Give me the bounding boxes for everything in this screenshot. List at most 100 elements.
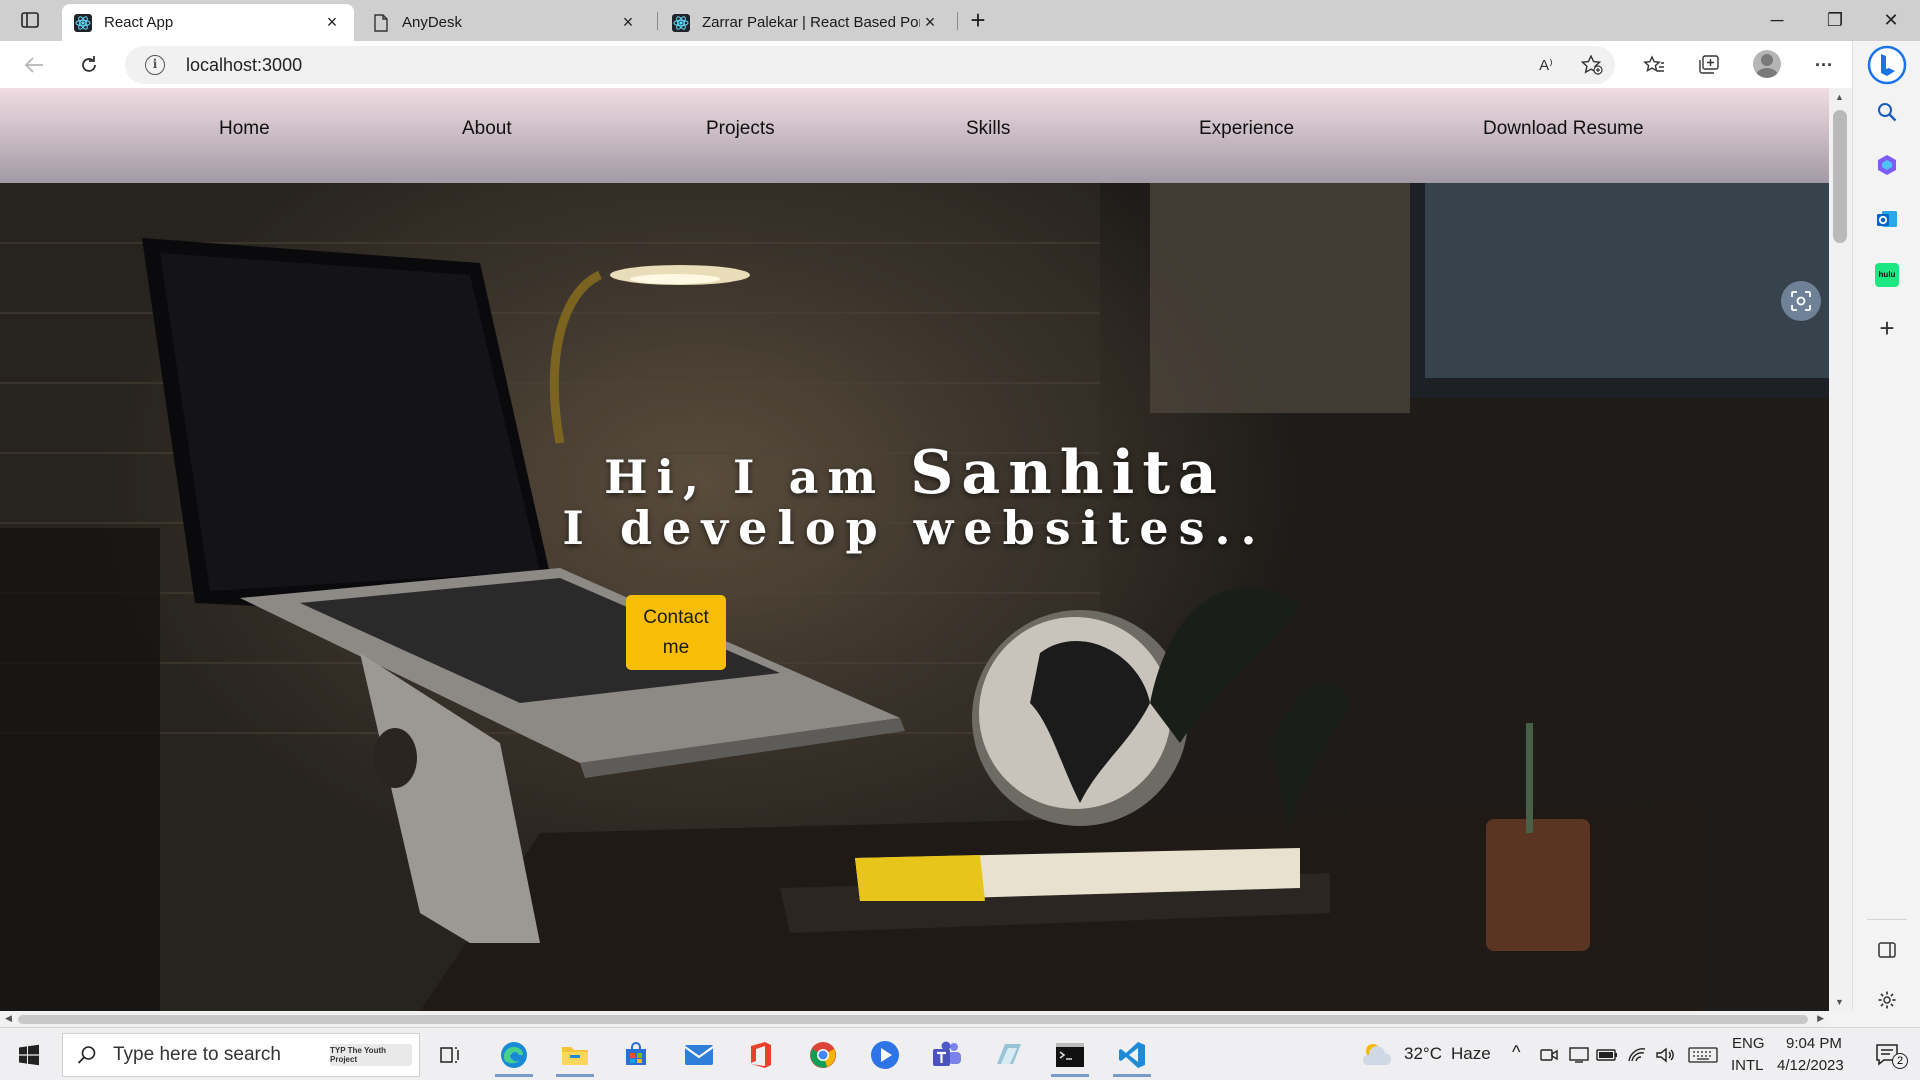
hero-tagline: I develop websites.. <box>562 501 1267 555</box>
page-icon <box>372 13 390 32</box>
scrollbar-thumb[interactable] <box>18 1015 1808 1024</box>
tab-title: Zarrar Palekar | React Based Portf <box>702 14 920 31</box>
tab-strip: React App × AnyDesk × Zarrar Palekar | R… <box>0 0 1920 41</box>
add-icon[interactable]: + <box>1871 312 1903 344</box>
react-icon <box>672 13 690 32</box>
favorites-icon[interactable] <box>1637 49 1671 81</box>
tab-separator <box>657 12 658 30</box>
vscode-icon[interactable] <box>1107 1033 1157 1077</box>
address-bar[interactable]: i localhost:3000 A⁾ <box>125 46 1615 84</box>
profile-icon[interactable] <box>1753 50 1781 78</box>
site-navbar: Home About Projects Skills Experience Do… <box>0 88 1829 183</box>
terminal-icon[interactable] <box>1045 1033 1095 1077</box>
settings-icon[interactable] <box>1871 984 1903 1016</box>
close-tab-icon[interactable]: × <box>920 12 940 33</box>
task-view-icon[interactable] <box>425 1033 475 1077</box>
tab-title: AnyDesk <box>402 14 463 31</box>
notification-count: 2 <box>1892 1053 1908 1069</box>
outlook-icon[interactable] <box>1871 203 1903 235</box>
greeting-prefix: Hi, I am <box>604 450 886 504</box>
add-favorite-icon[interactable] <box>1579 53 1605 77</box>
nav-projects[interactable]: Projects <box>706 118 775 140</box>
search-placeholder: Type here to search <box>113 1044 281 1065</box>
store-icon[interactable] <box>611 1033 661 1077</box>
edge-icon[interactable] <box>489 1033 539 1077</box>
copilot-icon[interactable] <box>1871 149 1903 181</box>
tab-separator <box>957 12 958 30</box>
taskbar-search[interactable]: Type here to search TYP The Youth Projec… <box>62 1033 420 1077</box>
refresh-icon[interactable] <box>72 49 106 81</box>
tab-react-app[interactable]: React App × <box>62 4 354 41</box>
meet-icon[interactable] <box>1536 1033 1562 1077</box>
clock-date[interactable]: 4/12/2023 <box>1777 1057 1844 1074</box>
hero-background-image <box>0 183 1829 1011</box>
visual-search-icon[interactable] <box>1781 281 1821 321</box>
tab-anydesk[interactable]: AnyDesk × <box>360 4 650 41</box>
input-layout[interactable]: INTL <box>1731 1057 1764 1074</box>
chrome-icon[interactable] <box>798 1033 848 1077</box>
weather-icon[interactable] <box>1356 1033 1396 1077</box>
search-icon[interactable] <box>1871 96 1903 128</box>
contact-me-button[interactable]: Contact me <box>626 595 726 670</box>
nav-experience[interactable]: Experience <box>1199 118 1294 140</box>
mail-icon[interactable] <box>674 1033 724 1077</box>
page-viewport: Home About Projects Skills Experience Do… <box>0 88 1829 1011</box>
wifi-icon[interactable] <box>1624 1033 1650 1077</box>
nav-home[interactable]: Home <box>219 118 270 140</box>
teams-icon[interactable] <box>922 1033 972 1077</box>
hero-greeting: Hi, I am Sanhita <box>0 438 1829 508</box>
scroll-up-icon[interactable]: ▲ <box>1835 92 1844 102</box>
horizontal-scrollbar[interactable]: ◀ ▶ <box>0 1011 1829 1027</box>
edge-sidebar: hulu + <box>1852 41 1920 1011</box>
scroll-down-icon[interactable]: ▼ <box>1835 997 1844 1007</box>
info-icon[interactable]: i <box>145 55 165 75</box>
weather-temp[interactable]: 32°C <box>1404 1044 1442 1064</box>
minimize-button[interactable]: ─ <box>1748 0 1806 40</box>
office-icon[interactable] <box>736 1033 786 1077</box>
file-explorer-icon[interactable] <box>550 1033 600 1077</box>
nav-about[interactable]: About <box>462 118 512 140</box>
hero-section: Hi, I am Sanhita I develop websites.. Co… <box>0 183 1829 1011</box>
tab-actions-icon[interactable] <box>14 8 46 32</box>
anydesk-icon[interactable] <box>983 1033 1033 1077</box>
react-icon <box>74 13 92 32</box>
collections-icon[interactable] <box>1692 49 1726 81</box>
weather-condition[interactable]: Haze <box>1451 1044 1491 1064</box>
search-icon <box>77 1046 96 1064</box>
read-aloud-icon[interactable]: A⁾ <box>1533 53 1559 77</box>
tab-portfolio[interactable]: Zarrar Palekar | React Based Portf × <box>660 4 952 41</box>
video-icon[interactable] <box>860 1033 910 1077</box>
split-screen-icon[interactable] <box>1871 934 1903 966</box>
vertical-scrollbar[interactable]: ▲ ▼ <box>1829 88 1852 1011</box>
tab-title: React App <box>104 14 174 31</box>
clock-time[interactable]: 9:04 PM <box>1786 1035 1842 1052</box>
windows-taskbar: Type here to search TYP The Youth Projec… <box>0 1027 1920 1080</box>
start-icon[interactable] <box>4 1033 54 1077</box>
hulu-icon[interactable]: hulu <box>1871 259 1903 291</box>
back-icon[interactable] <box>17 49 51 81</box>
scroll-left-icon[interactable]: ◀ <box>5 1013 12 1024</box>
keyboard-icon[interactable] <box>1686 1033 1720 1077</box>
more-icon[interactable]: ··· <box>1807 49 1841 81</box>
browser-toolbar: i localhost:3000 A⁾ ··· <box>0 41 1852 88</box>
scrollbar-thumb[interactable] <box>1833 110 1847 243</box>
volume-icon[interactable] <box>1652 1033 1678 1077</box>
notifications-icon[interactable]: 2 <box>1866 1033 1910 1077</box>
url-text[interactable]: localhost:3000 <box>186 55 302 76</box>
battery-icon[interactable] <box>1594 1033 1620 1077</box>
bing-icon[interactable] <box>1867 45 1907 85</box>
new-tab-button[interactable]: + <box>962 6 994 36</box>
maximize-button[interactable]: ❐ <box>1806 0 1864 40</box>
show-hidden-icons[interactable]: ^ <box>1512 1042 1520 1063</box>
close-window-button[interactable]: ✕ <box>1862 0 1920 40</box>
sidebar-divider <box>1867 919 1907 920</box>
scroll-right-icon[interactable]: ▶ <box>1817 1013 1824 1024</box>
close-tab-icon[interactable]: × <box>322 12 342 33</box>
nav-skills[interactable]: Skills <box>966 118 1010 140</box>
hulu-label: hulu <box>1875 263 1899 287</box>
network-share-icon[interactable] <box>1566 1033 1592 1077</box>
nav-download-resume[interactable]: Download Resume <box>1483 118 1644 140</box>
input-language[interactable]: ENG <box>1732 1035 1765 1052</box>
hero-name: Sanhita <box>910 438 1225 508</box>
close-tab-icon[interactable]: × <box>618 12 638 33</box>
